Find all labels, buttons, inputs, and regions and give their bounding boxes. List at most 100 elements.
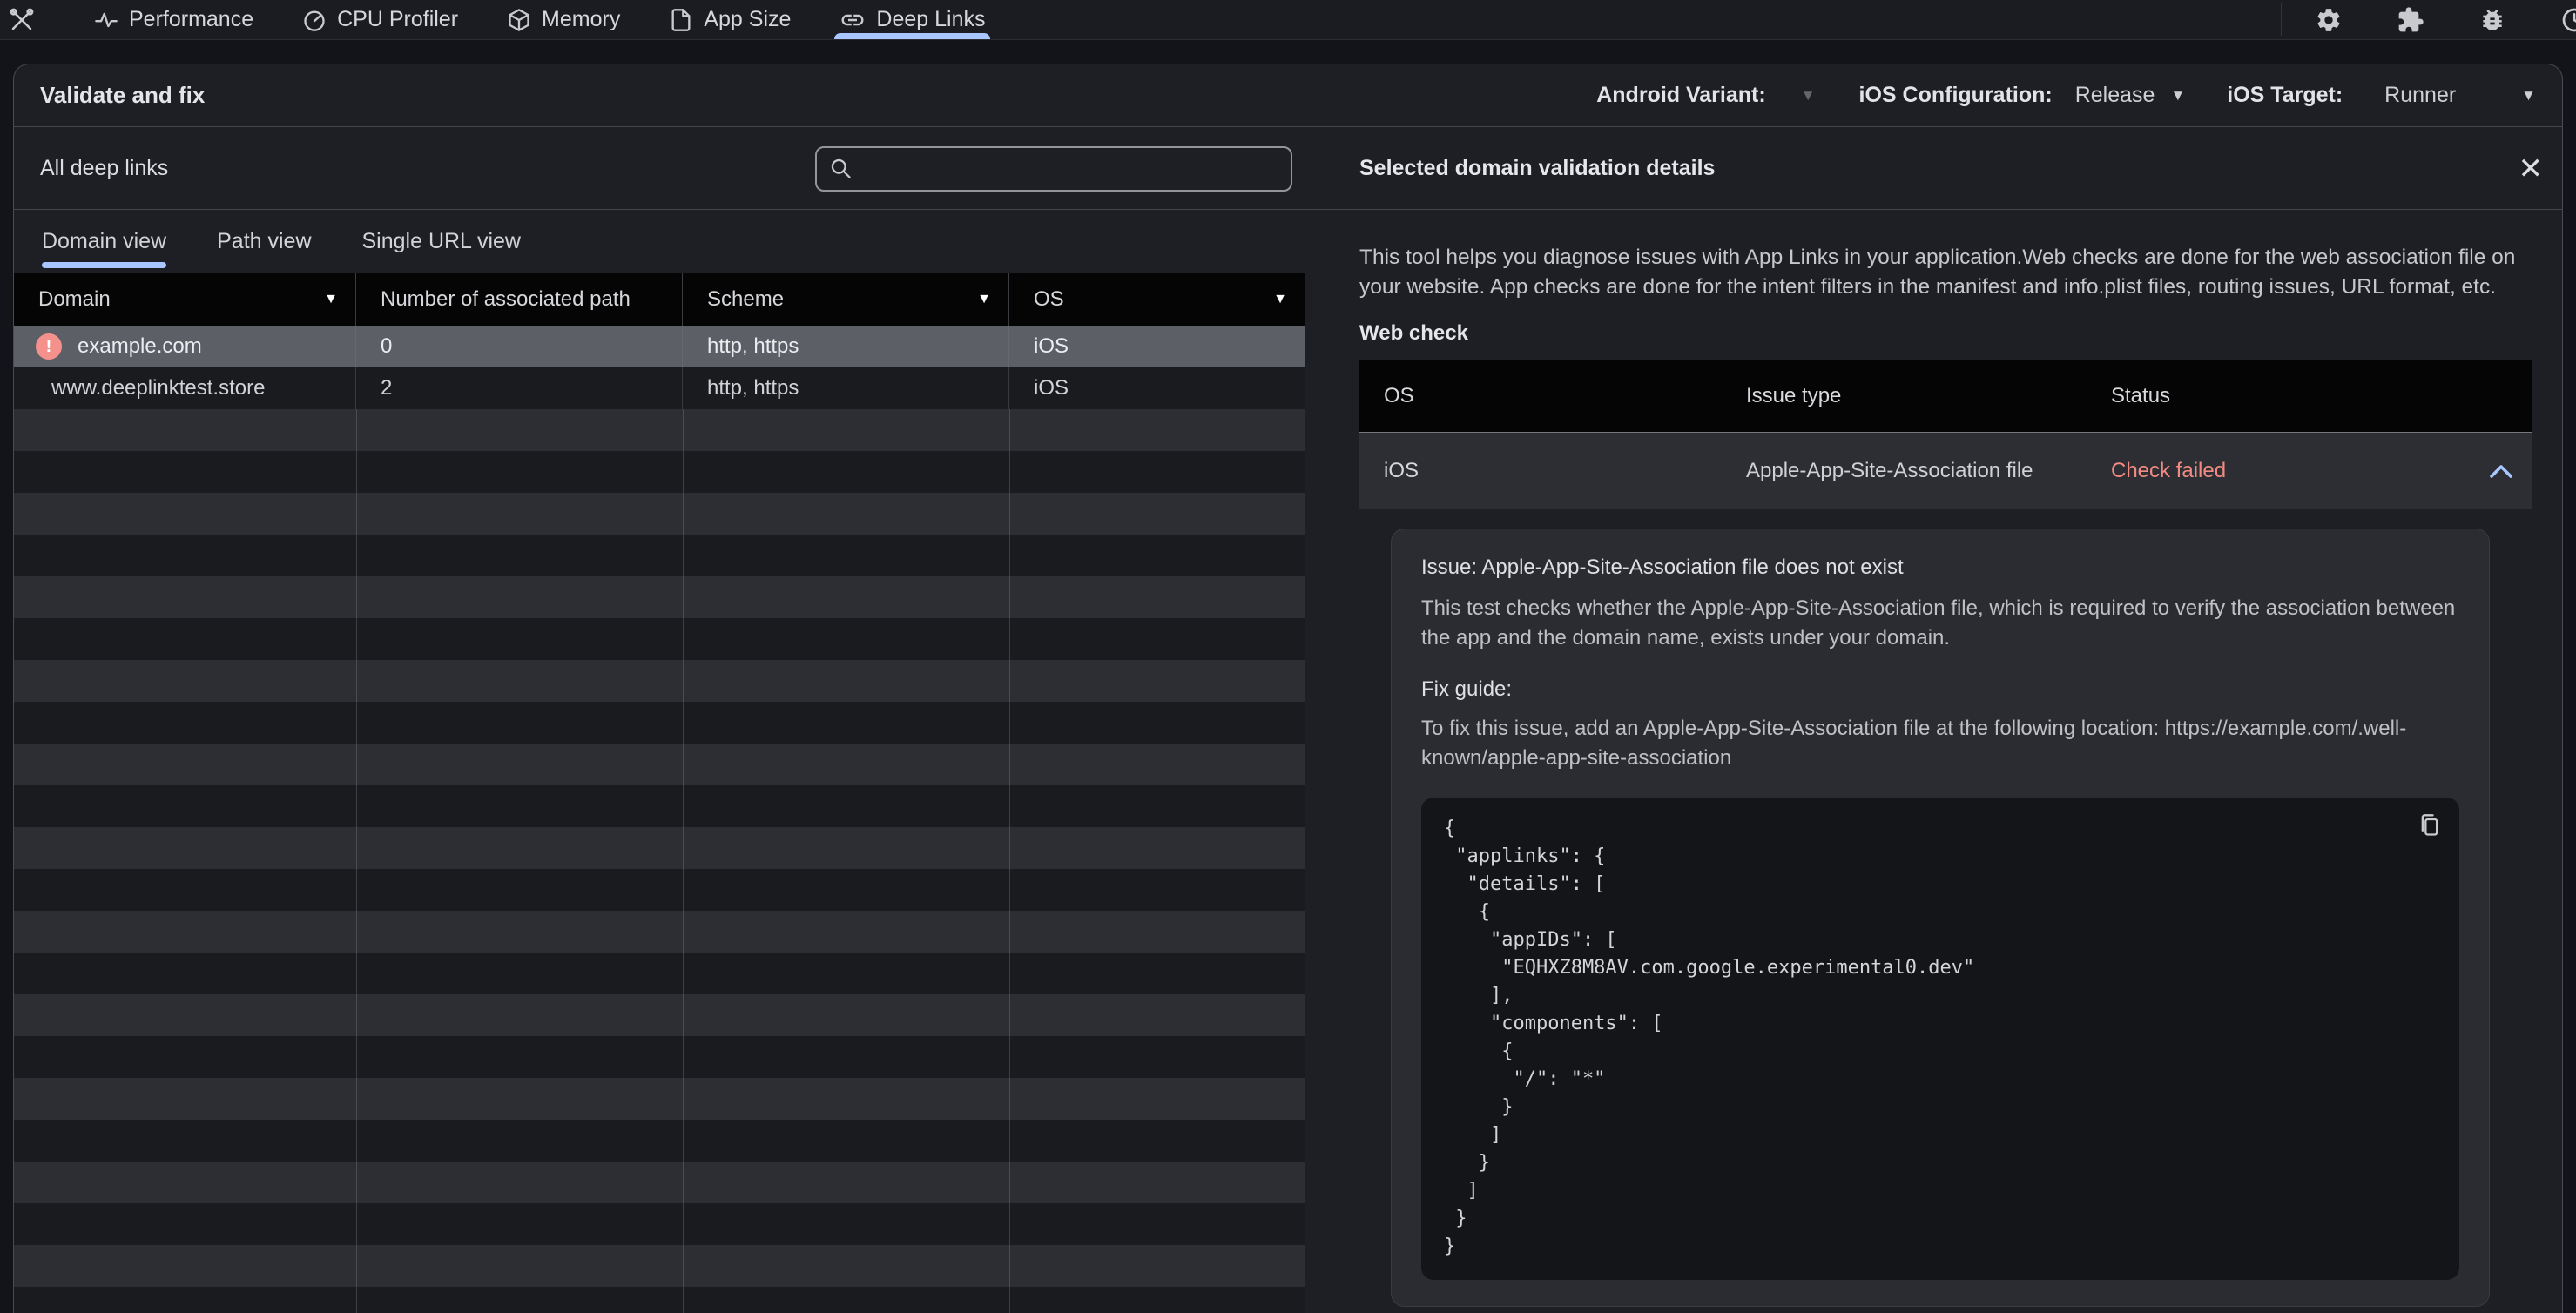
web-check-row-ios[interactable]: iOS Apple-App-Site-Association file Chec… xyxy=(1359,432,2532,509)
web-check-table-header: OS Issue type Status xyxy=(1359,360,2532,432)
column-header-scheme[interactable]: Scheme ▼ xyxy=(683,273,1009,326)
search-box[interactable] xyxy=(815,145,1292,192)
tab-deep-links[interactable]: Deep Links xyxy=(815,0,1009,39)
table-row-deeplinktest-store[interactable]: www.deeplinktest.store 2 http, https iOS xyxy=(14,367,1305,409)
error-icon: ! xyxy=(36,333,62,360)
column-header-paths[interactable]: Number of associated path xyxy=(356,273,683,326)
column-label: Number of associated path xyxy=(381,287,631,311)
validation-details-pane: Selected domain validation details ✕ Thi… xyxy=(1305,128,2562,1313)
toolbar-actions xyxy=(2282,0,2576,39)
ios-target-dropdown[interactable]: ▼ xyxy=(2521,87,2536,104)
table-row-example-com[interactable]: ! example.com 0 http, https iOS xyxy=(14,326,1305,367)
tab-single-url-view[interactable]: Single URL view xyxy=(362,210,521,273)
tab-label: Deep Links xyxy=(876,7,986,31)
devtools-menu-button[interactable] xyxy=(0,0,47,39)
settings-icon[interactable] xyxy=(2315,6,2343,34)
search-icon xyxy=(831,158,851,178)
tab-path-view[interactable]: Path view xyxy=(217,210,311,273)
scheme-filter-dropdown[interactable]: ▼ xyxy=(977,292,991,307)
deep-links-icon xyxy=(841,14,864,25)
tab-label: Memory xyxy=(542,7,621,31)
details-header-row: Selected domain validation details ✕ xyxy=(1305,128,2562,210)
cpu-profiler-icon xyxy=(304,10,325,31)
extensions-icon[interactable] xyxy=(2397,6,2424,34)
bug-icon[interactable] xyxy=(2478,6,2506,34)
scheme-cell: http, https xyxy=(683,326,1009,367)
tab-app-size[interactable]: App Size xyxy=(644,0,815,39)
performance-icon xyxy=(95,12,118,27)
view-tab-label: Single URL view xyxy=(361,229,521,253)
android-variant-label: Android Variant: xyxy=(1596,83,1766,107)
tool-description: This tool helps you diagnose issues with… xyxy=(1359,246,2516,299)
issue-detail-card: Issue: Apple-App-Site-Association file d… xyxy=(1391,529,2490,1307)
tab-performance[interactable]: Performance xyxy=(70,0,278,39)
column-label: Scheme xyxy=(707,287,785,311)
copy-icon xyxy=(2421,814,2438,836)
column-divider xyxy=(683,409,684,1313)
paths-cell: 0 xyxy=(356,326,683,367)
panel-body: All deep links Domain view Path view Sin… xyxy=(14,128,2562,1313)
column-divider xyxy=(1009,409,1010,1313)
tab-label: App Size xyxy=(704,7,792,31)
view-tab-label: Path view xyxy=(217,229,312,253)
ios-configuration-value[interactable]: Release xyxy=(2075,83,2155,108)
panel-header: Validate and fix Android Variant: ▼ iOS … xyxy=(14,64,2562,127)
column-header-domain[interactable]: Domain ▼ xyxy=(14,273,356,326)
build-config-controls: Android Variant: ▼ iOS Configuration: Re… xyxy=(1596,83,2536,108)
tab-domain-view[interactable]: Domain view xyxy=(42,210,167,273)
column-label: Domain xyxy=(38,287,111,311)
android-variant-dropdown[interactable]: ▼ xyxy=(1801,87,1816,104)
domains-table-header: Domain ▼ Number of associated path Schem… xyxy=(14,273,1305,326)
ios-configuration-dropdown[interactable]: ▼ xyxy=(2170,87,2185,104)
active-tab-underline xyxy=(834,33,991,39)
empty-rows-area xyxy=(14,409,1305,1313)
wc-column-issue-type: Issue type xyxy=(1746,383,1842,407)
status-badge: Check failed xyxy=(2111,459,2227,482)
os-cell: iOS xyxy=(1034,376,1069,400)
aasa-code: { "applinks": { "details": [ { "appIDs":… xyxy=(1444,818,1975,1257)
page-title: Validate and fix xyxy=(40,82,206,108)
column-header-os[interactable]: OS ▼ xyxy=(1009,273,1305,326)
collapse-row-button[interactable] xyxy=(2490,464,2512,479)
copy-button[interactable] xyxy=(2418,813,2442,842)
web-check-title: Web check xyxy=(1359,321,1468,345)
domain-value: example.com xyxy=(78,334,202,358)
top-toolbar: Performance CPU Profiler Memory App Size xyxy=(0,0,2576,40)
wc-issue-type-value: Apple-App-Site-Association file xyxy=(1746,459,2033,482)
tab-cpu-profiler[interactable]: CPU Profiler xyxy=(278,0,482,39)
view-tabs: Domain view Path view Single URL view xyxy=(14,210,1305,273)
aasa-code-block: { "applinks": { "details": [ { "appIDs":… xyxy=(1421,798,2459,1280)
details-title: Selected domain validation details xyxy=(1359,156,1716,180)
wc-column-os: OS xyxy=(1384,383,1414,407)
details-content: This tool helps you diagnose issues with… xyxy=(1305,210,2562,1307)
column-divider xyxy=(356,409,357,1313)
wc-os-value: iOS xyxy=(1384,459,1419,482)
web-check-table: OS Issue type Status iOS Apple-App-Site-… xyxy=(1359,360,2532,1307)
column-label: OS xyxy=(1034,287,1064,311)
wc-column-status: Status xyxy=(2111,383,2171,407)
paths-cell: 2 xyxy=(356,367,683,409)
toolbar-tabs: Performance CPU Profiler Memory App Size xyxy=(70,0,1009,39)
chevron-up-icon xyxy=(2490,464,2512,478)
about-icon[interactable] xyxy=(2560,6,2576,34)
list-title: All deep links xyxy=(40,156,169,180)
active-view-underline xyxy=(42,262,167,268)
search-input[interactable] xyxy=(853,156,1278,181)
close-icon[interactable]: ✕ xyxy=(2519,154,2544,184)
ios-target-value[interactable]: Runner xyxy=(2384,83,2456,108)
issue-title: Issue: Apple-App-Site-Association file d… xyxy=(1421,556,1904,579)
deep-links-list-pane: All deep links Domain view Path view Sin… xyxy=(14,128,1305,1313)
ios-configuration-label: iOS Configuration: xyxy=(1858,83,2053,107)
validate-and-fix-panel: Validate and fix Android Variant: ▼ iOS … xyxy=(13,64,2563,1313)
tab-label: CPU Profiler xyxy=(337,7,459,31)
domain-filter-dropdown[interactable]: ▼ xyxy=(324,292,338,307)
os-cell: iOS xyxy=(1034,334,1069,358)
os-filter-dropdown[interactable]: ▼ xyxy=(1273,292,1287,307)
view-tab-label: Domain view xyxy=(42,229,167,253)
list-header-row: All deep links xyxy=(14,128,1305,210)
tab-label: Performance xyxy=(129,7,254,31)
domain-cell: www.deeplinktest.store xyxy=(14,367,356,409)
tools-icon xyxy=(10,8,34,30)
tab-memory[interactable]: Memory xyxy=(482,0,644,39)
app-size-icon xyxy=(671,8,691,31)
